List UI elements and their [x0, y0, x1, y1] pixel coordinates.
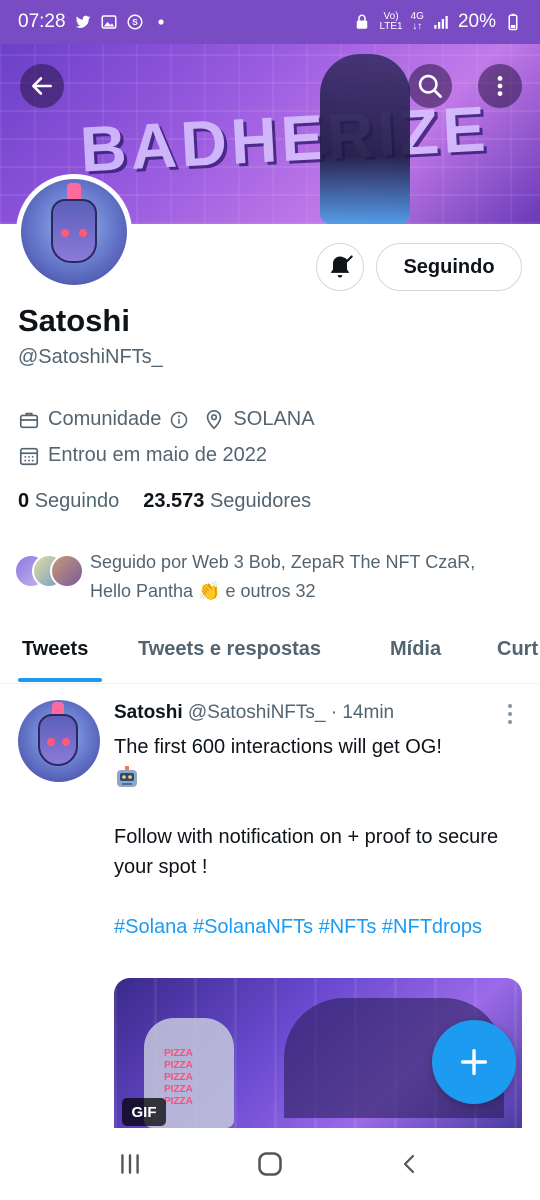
following-count: 0	[18, 490, 30, 512]
following-button[interactable]: Seguindo	[376, 243, 522, 291]
followers-label: Seguidores	[209, 490, 312, 512]
notifications-button[interactable]	[316, 243, 364, 291]
profile-category: Comunidade	[48, 408, 162, 430]
followers-count: 23.573	[143, 490, 205, 512]
network-arrows: ↓↑	[412, 21, 423, 32]
robot-emoji-icon	[117, 765, 137, 787]
lock-icon	[357, 14, 368, 29]
location-pin-icon	[207, 409, 222, 429]
profile-joined: Entrou em maio de 2022	[48, 444, 268, 466]
more-vertical-icon	[497, 76, 503, 96]
follower-avatars	[14, 554, 86, 594]
tweet-author-name[interactable]: Satoshi	[114, 702, 183, 723]
tweet-text-line1: The first 600 interactions will get OG!	[114, 736, 442, 758]
back-arrow-icon	[32, 77, 52, 95]
home-button[interactable]	[240, 1134, 300, 1194]
tab-tweets-replies[interactable]: Tweets e respostas	[138, 628, 321, 661]
plus-icon	[460, 1048, 488, 1076]
tweet-body: The first 600 interactions will get OG! …	[114, 732, 514, 942]
android-nav-bar	[0, 1128, 540, 1200]
tweet-header: Satoshi @SatoshiNFTs_ · 14min	[114, 702, 394, 724]
tweet-hashtags[interactable]: #Solana #SolanaNFTs #NFTs #NFTdrops	[114, 912, 514, 942]
calendar-icon	[19, 447, 39, 465]
tweet-author-handle[interactable]: @SatoshiNFTs_	[188, 702, 326, 723]
back-nav-button[interactable]	[380, 1134, 440, 1194]
search-button[interactable]	[408, 64, 452, 108]
recent-apps-button[interactable]	[100, 1134, 160, 1194]
svg-text:S: S	[132, 18, 138, 27]
app-icon: S	[127, 14, 143, 30]
tab-likes[interactable]: Curt	[497, 628, 538, 661]
status-time: 07:28	[18, 11, 66, 32]
compose-tweet-button[interactable]	[432, 1020, 516, 1104]
profile-name: Satoshi	[18, 303, 130, 338]
gif-badge: GIF	[122, 1098, 166, 1126]
profile-tabs: Tweets Tweets e respostas Mídia Curt	[0, 628, 540, 684]
briefcase-icon	[19, 412, 39, 428]
active-tab-indicator	[18, 678, 102, 682]
following-link[interactable]: 0 Seguindo	[18, 490, 119, 513]
bell-check-icon	[330, 255, 353, 278]
followed-by-row[interactable]: Seguido por Web 3 Bob, ZepaR The NFT Cza…	[14, 548, 510, 606]
tab-tweets[interactable]: Tweets	[22, 628, 88, 661]
followers-link[interactable]: 23.573 Seguidores	[143, 490, 311, 513]
chevron-left-icon	[403, 1154, 415, 1174]
recent-apps-icon	[121, 1154, 139, 1174]
battery-icon	[508, 13, 518, 31]
joined-row: Entrou em maio de 2022	[18, 444, 267, 467]
back-button[interactable]	[20, 64, 64, 108]
profile-handle: @SatoshiNFTs_	[18, 346, 163, 368]
info-icon[interactable]	[169, 410, 189, 430]
profile-meta-row: Comunidade SOLANA	[18, 408, 315, 431]
tweet-avatar[interactable]	[18, 700, 100, 782]
profile-location: SOLANA	[233, 408, 315, 430]
search-icon	[418, 74, 442, 98]
banner-character	[320, 54, 410, 224]
twitter-icon	[75, 15, 91, 28]
tab-media[interactable]: Mídia	[390, 628, 441, 661]
lte-label: LTE1	[379, 21, 403, 32]
profile-avatar[interactable]	[16, 174, 132, 290]
tweet-time: 14min	[342, 702, 395, 723]
status-bar: 07:28 S Vo) LTE1 4G ↓↑ 20%	[0, 0, 540, 44]
more-button[interactable]	[478, 64, 522, 108]
home-icon	[258, 1152, 282, 1176]
tweet-more-button[interactable]	[500, 702, 520, 726]
gallery-icon	[101, 15, 117, 29]
following-label: Seguindo	[34, 490, 120, 512]
follower-avatar	[50, 554, 84, 588]
followed-by-text: Seguido por Web 3 Bob, ZepaR The NFT Cza…	[90, 552, 476, 601]
media-pizza-text: PIZZA PIZZA PIZZA PIZZA PIZZA	[164, 1048, 193, 1107]
tweet-separator: ·	[330, 702, 338, 723]
follow-stats: 0 Seguindo 23.573 Seguidores	[18, 490, 311, 513]
battery-percent: 20%	[457, 11, 496, 32]
signal-icon	[434, 16, 448, 29]
dot-icon	[157, 19, 164, 25]
tweet-text-line2: Follow with notification on + proof to s…	[114, 826, 499, 878]
